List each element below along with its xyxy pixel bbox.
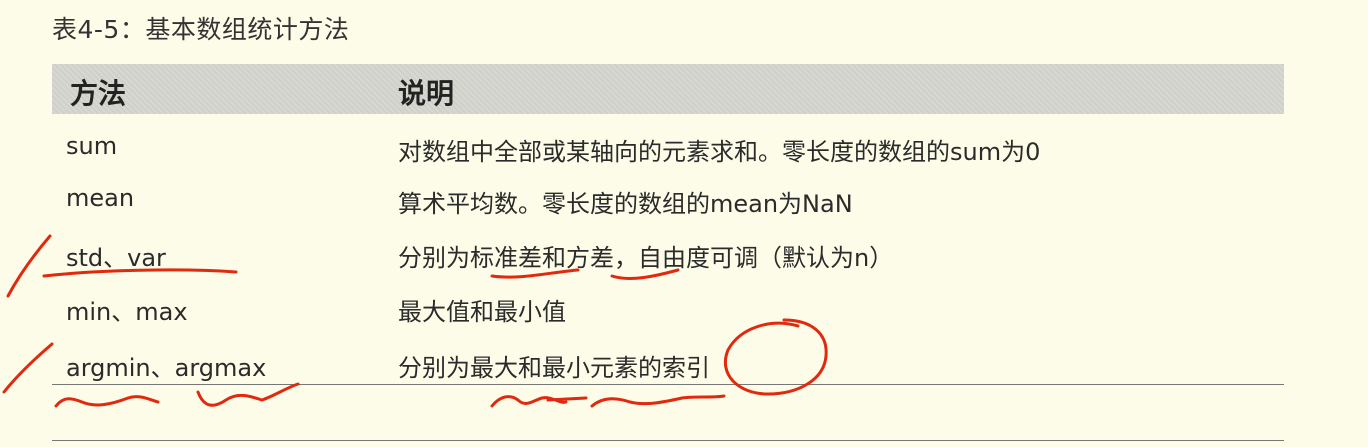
check-mark [2,342,54,394]
method-cell: std、var [66,244,166,272]
table-bottom-rule [52,384,1284,385]
table-row: sum 对数组中全部或某轴向的元素求和。零长度的数组的sum为0 [52,124,1284,174]
description-cell: 分别为最大和最小元素的索引 [398,354,710,382]
table-row: min、max 最大值和最小值 [52,284,1284,334]
table-header: 方法 说明 [52,64,1284,114]
method-cell: sum [66,132,118,160]
table-caption: 表4-5：基本数组统计方法 [52,15,350,44]
header-description: 说明 [398,77,455,110]
squiggle [590,394,726,408]
method-cell: mean [66,184,135,212]
section-divider [52,440,1284,441]
check-mark [6,234,52,298]
method-cell: min、max [66,298,188,326]
table-row: argmin、argmax 分别为最大和最小元素的索引 [52,340,1284,390]
table-row: mean 算术平均数。零长度的数组的mean为NaN [52,176,1284,226]
method-cell: argmin、argmax [66,354,267,382]
table-row: std、var 分别为标准差和方差，自由度可调（默认为n） [52,230,1284,280]
description-cell: 分别为标准差和方差，自由度可调（默认为n） [398,244,894,272]
header-method: 方法 [70,77,127,110]
description-cell: 对数组中全部或某轴向的元素求和。零长度的数组的sum为0 [398,138,1041,166]
squiggle [54,395,160,408]
underline [546,396,588,402]
description-cell: 算术平均数。零长度的数组的mean为NaN [398,190,853,218]
squiggle [490,395,568,408]
description-cell: 最大值和最小值 [398,298,566,326]
